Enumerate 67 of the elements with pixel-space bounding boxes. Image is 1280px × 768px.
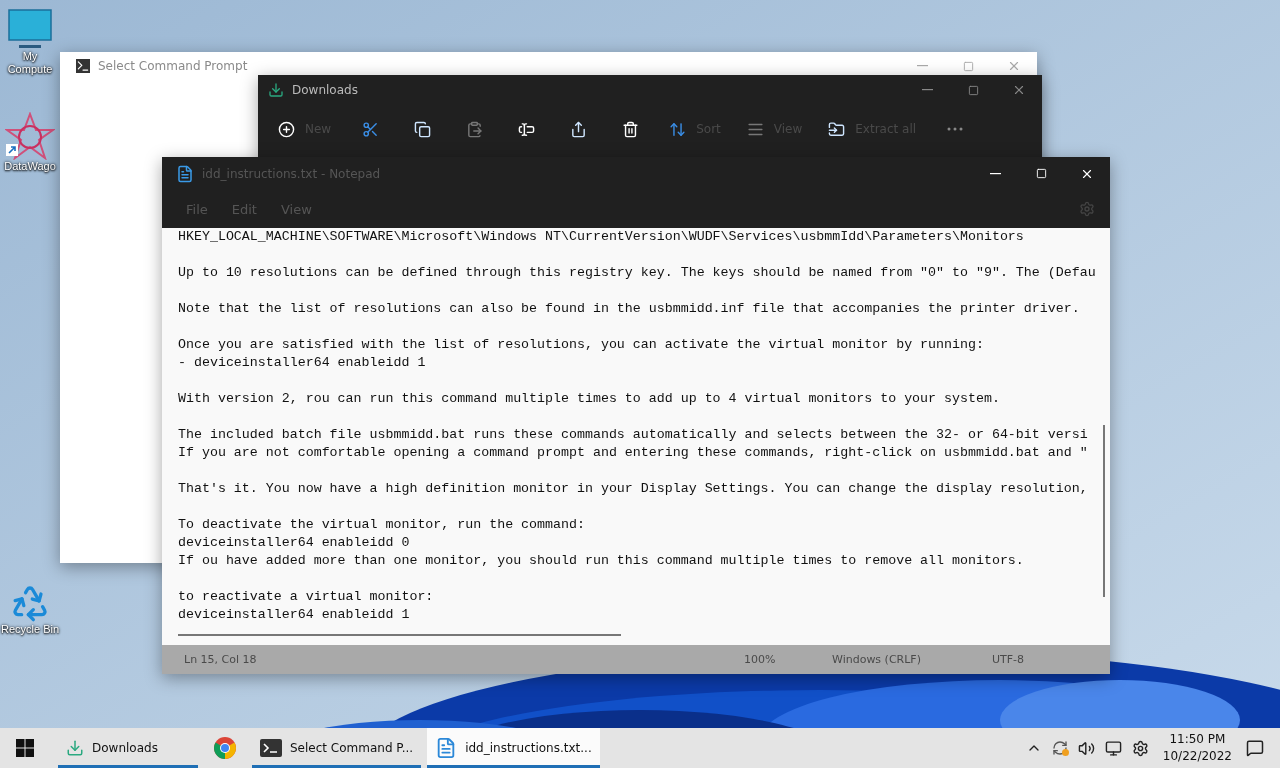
taskbar-button[interactable]: idd_instructions.txt... (427, 728, 600, 768)
terminal-icon (76, 59, 90, 73)
text-line: The included batch file usbmmidd.bat runs these commands automatically and selects between the 32- or 64-bit versi (178, 426, 1088, 444)
desktop-icon-label: My Compute (6, 50, 54, 76)
vertical-scrollbar[interactable] (1103, 425, 1105, 597)
download-icon (268, 82, 284, 98)
line-endings: Windows (CRLF) (831, 653, 922, 666)
rename-icon (517, 120, 535, 138)
folder-icon (828, 120, 846, 138)
minimize-icon (916, 65, 928, 67)
more-icon (947, 127, 964, 131)
recycle-bin-icon (10, 583, 50, 623)
minimize-icon (989, 172, 1001, 175)
text-line: Once you are satisfied with the list of resolutions, you can activate the virtual monitor by running: (178, 336, 984, 354)
settings-icon (1079, 201, 1095, 217)
maximize-icon (1035, 168, 1047, 179)
download-icon (66, 739, 84, 757)
taskbar-button[interactable]: Downloads (58, 728, 198, 768)
sort-icon (669, 120, 687, 138)
close-icon (1012, 83, 1026, 97)
copy-icon (413, 120, 431, 138)
text-line: - deviceinstaller64 enableidd 1 (178, 354, 426, 372)
text-line: That's it. You now have a high definition monitor in your Display Settings. You can change the display resolution, (178, 480, 1088, 498)
sync-icon (1051, 740, 1068, 756)
text-line: Up to 10 resolutions can be defined through this registry key. The keys should be named from "0" to "9". The (Defau (178, 264, 1096, 282)
trash-icon (621, 120, 639, 138)
notepad-icon (176, 164, 194, 183)
text-line: With version 2, rou can run this command multiple times to add up to 4 virtual monitors to your system. (178, 390, 1000, 408)
text-editor[interactable] (162, 228, 1110, 645)
plus-icon (278, 120, 295, 138)
zoom-level: 100% (743, 653, 777, 666)
text-line: deviceinstaller64 enableidd 1 (178, 606, 410, 624)
clipboard-icon (465, 120, 483, 138)
windows-logo-icon (16, 739, 34, 757)
desktop-icon-label: Recycle Bin (0, 623, 60, 636)
settings-icon (1131, 739, 1149, 757)
text-line: to reactivate a virtual monitor: (178, 588, 434, 606)
close-icon (1007, 59, 1021, 73)
browser-icon (213, 736, 237, 760)
star-icon (5, 112, 55, 160)
share-icon (569, 120, 587, 138)
text-line: If ou have added more than one monitor, you should run this command multiple times to remove all monitors. (178, 552, 1024, 570)
scissors-icon (361, 120, 379, 138)
minimize-icon (921, 89, 933, 91)
taskbar-button[interactable]: Select Command P... (252, 728, 422, 768)
desktop-icon[interactable]: DataWago (2, 112, 58, 173)
encoding: UTF-8 (991, 653, 1026, 666)
desktop-icon-label: DataWago (4, 160, 56, 173)
clock[interactable]: 11:50 PM 10/22/2022 (1156, 731, 1238, 765)
maximize-icon (967, 84, 979, 96)
speaker-icon (1077, 739, 1095, 757)
terminal-icon (260, 739, 282, 757)
speech-bubble-icon (1246, 739, 1264, 757)
desktop-icon[interactable]: Recycle Bin (0, 583, 67, 636)
maximize-icon (962, 60, 974, 72)
text-line: Note that the list of resolutions can also be found in the usbmmidd.inf file that accompanies the printer driver. (178, 300, 1080, 318)
text-line: HKEY_LOCAL_MACHINE\SOFTWARE\Microsoft\Windows NT\CurrentVersion\WUDF\Services\usbmmIdd\Parameters\Monitors (178, 228, 1024, 246)
text-line: To deactivate the virtual monitor, run the command: (178, 516, 585, 534)
text-line: If you are not comfortable opening a command prompt and entering these commands, right-click on usbmmidd.bat and " (178, 444, 1088, 462)
monitor-icon (7, 8, 53, 50)
window-title: Select Command Prompt (98, 59, 249, 73)
horizontal-scrollbar[interactable] (178, 634, 621, 636)
cursor-position: Ln 15, Col 18 (183, 653, 258, 666)
text-line: deviceinstaller64 enableidd 0 (178, 534, 410, 552)
desktop-icon[interactable]: My Compute (2, 8, 58, 76)
window-title: Downloads (292, 83, 359, 97)
monitor-icon (1104, 739, 1122, 757)
